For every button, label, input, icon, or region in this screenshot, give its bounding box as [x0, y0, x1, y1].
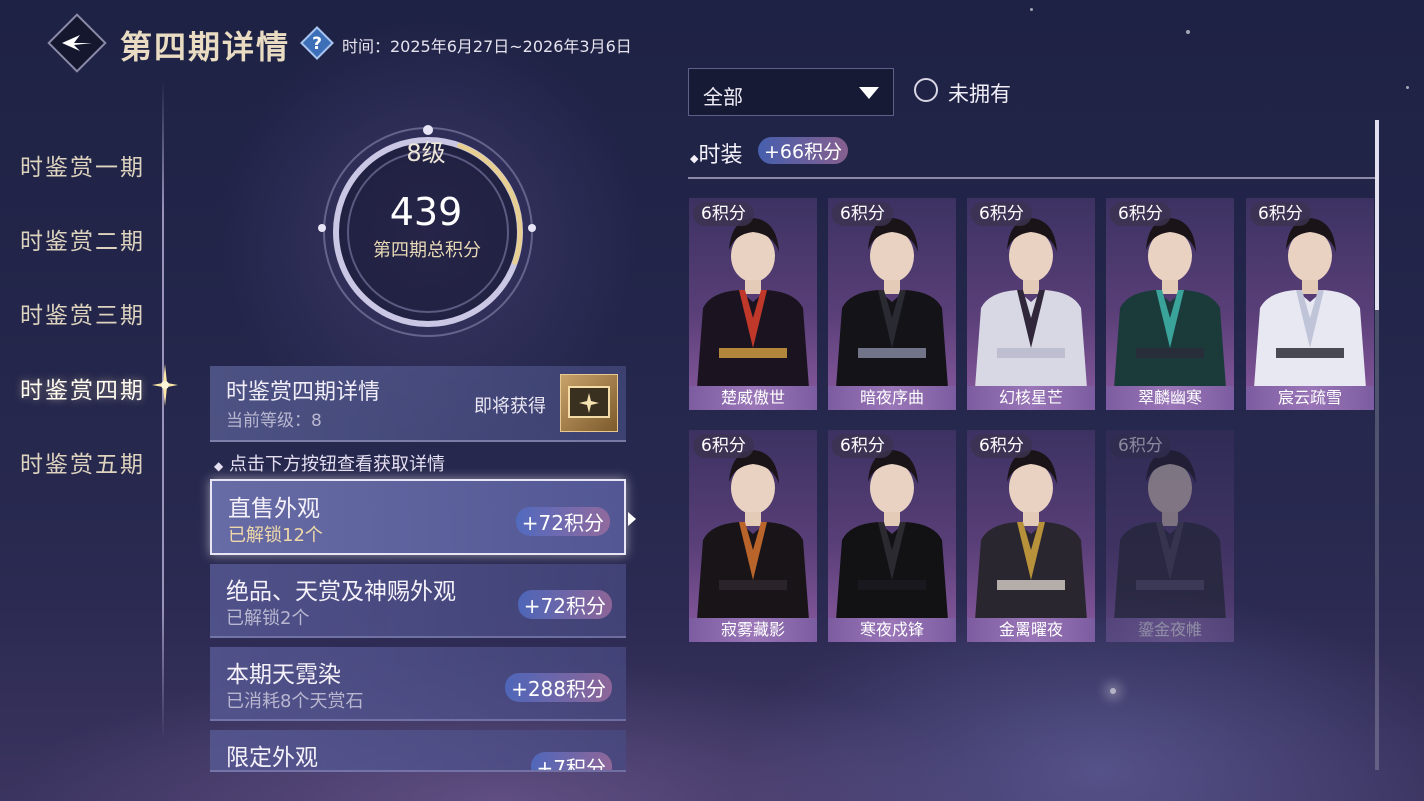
outfit-portrait-icon [975, 450, 1087, 620]
outfit-portrait-icon [1254, 218, 1366, 388]
outfit-card[interactable]: 6积分楚威傲世 [689, 198, 817, 410]
hint-label: 点击下方按钮查看获取详情 [228, 454, 445, 475]
section-divider [688, 177, 1376, 179]
outfit-points: 6积分 [971, 434, 1032, 458]
svg-text:?: ? [312, 34, 322, 54]
score-level: 8级 [406, 139, 446, 167]
outfit-portrait-icon [1114, 450, 1226, 620]
outfit-name: 幻核星芒 [967, 386, 1095, 410]
outfit-name: 寂雾藏影 [689, 618, 817, 642]
nav-item-period-1[interactable]: 时鉴赏一期 [20, 148, 145, 182]
outfit-name: 鎏金夜帷 [1106, 618, 1234, 642]
outfit-points: 6积分 [693, 434, 754, 458]
nav-item-period-5[interactable]: 时鉴赏五期 [20, 445, 145, 479]
outfit-card[interactable]: 6积分暗夜序曲 [828, 198, 956, 410]
category-points: +7积分 [530, 752, 612, 770]
unowned-label[interactable]: 未拥有 [948, 78, 1011, 108]
outfit-points: 6积分 [1110, 202, 1171, 226]
category-points: +72积分 [517, 590, 612, 619]
unowned-radio[interactable] [914, 78, 938, 102]
outfit-points: 6积分 [693, 202, 754, 226]
category-title: 限定外观 [226, 745, 318, 771]
score-total: 439 [389, 190, 463, 234]
current-level: 当前等级：8 [226, 411, 322, 431]
diamond-bullet-icon: ◆ [214, 459, 224, 473]
category-limited[interactable]: 限定外观 +7积分 [210, 730, 626, 772]
outfit-name: 寒夜戍锋 [828, 618, 956, 642]
chevron-down-icon [859, 87, 879, 99]
outfit-points: 6积分 [832, 202, 893, 226]
outfit-card[interactable]: 6积分翠麟幽寒 [1106, 198, 1234, 410]
category-points: +72积分 [515, 507, 610, 536]
scrollbar-thumb[interactable] [1375, 120, 1379, 310]
nav-divider [162, 80, 164, 740]
category-subtitle: 已消耗8个天赏石 [226, 691, 364, 712]
outfit-portrait-icon [697, 450, 809, 620]
outfit-points: 6积分 [971, 202, 1032, 226]
period-detail-card[interactable]: 时鉴赏四期详情 当前等级：8 即将获得 [210, 366, 626, 442]
outfit-name: 宸云疏雪 [1246, 386, 1374, 410]
star-decoration [1406, 86, 1409, 89]
star-decoration [1186, 30, 1190, 34]
category-subtitle: 已解锁12个 [228, 525, 323, 546]
upcoming-reward-item[interactable] [560, 374, 618, 432]
outfit-name: 金䍠曜夜 [967, 618, 1095, 642]
category-premium[interactable]: 绝品、天赏及神赐外观 已解锁2个 +72积分 [210, 564, 626, 638]
outfit-portrait-icon [1114, 218, 1226, 388]
category-direct-sale[interactable]: 直售外观 已解锁12个 +72积分 [210, 479, 626, 555]
nav-item-period-4[interactable]: 时鉴赏四期 [20, 371, 145, 405]
category-dye[interactable]: 本期天霓染 已消耗8个天赏石 +288积分 [210, 647, 626, 721]
back-button[interactable] [54, 20, 100, 66]
outfit-name: 楚威傲世 [689, 386, 817, 410]
outfit-portrait-icon [975, 218, 1087, 388]
score-label: 第四期总积分 [373, 240, 481, 261]
outfit-name: 翠麟幽寒 [1106, 386, 1234, 410]
category-title: 绝品、天赏及神赐外观 [226, 579, 456, 605]
filter-dropdown[interactable]: 全部 [688, 68, 894, 116]
outfit-card[interactable]: 6积分寂雾藏影 [689, 430, 817, 642]
outfit-card[interactable]: 6积分寒夜戍锋 [828, 430, 956, 642]
hint-text: ◆ 点击下方按钮查看获取详情 [214, 450, 445, 476]
frame-reward-icon [568, 386, 610, 418]
outfit-points: 6积分 [832, 434, 893, 458]
outfit-portrait-icon [836, 218, 948, 388]
upcoming-reward-label: 即将获得 [474, 396, 546, 417]
date-range: 时间：2025年6月27日~2026年3月6日 [342, 37, 632, 56]
section-points: +66积分 [758, 137, 849, 164]
back-arrow-icon [62, 35, 92, 51]
section-title: ◆时装 [690, 137, 742, 169]
outfit-card[interactable]: 6积分宸云疏雪 [1246, 198, 1374, 410]
nav-item-period-2[interactable]: 时鉴赏二期 [20, 222, 145, 256]
filter-selected: 全部 [703, 85, 743, 109]
outfit-card[interactable]: 6积分鎏金夜帷 [1106, 430, 1234, 642]
outfit-points: 6积分 [1250, 202, 1311, 226]
help-button[interactable]: ? [300, 26, 334, 60]
category-title: 本期天霓染 [226, 662, 341, 688]
star-decoration [1030, 8, 1033, 11]
outfit-card[interactable]: 6积分金䍠曜夜 [967, 430, 1095, 642]
category-title: 直售外观 [228, 496, 320, 522]
outfit-portrait-icon [697, 218, 809, 388]
category-subtitle: 已解锁2个 [226, 608, 310, 629]
outfit-portrait-icon [836, 450, 948, 620]
page-title: 第四期详情 [120, 28, 291, 66]
detail-title: 时鉴赏四期详情 [226, 380, 381, 405]
sparkle-decoration [1110, 688, 1116, 694]
help-icon: ? [300, 26, 334, 60]
section-title-text: 时装 [698, 143, 743, 168]
outfit-card[interactable]: 6积分幻核星芒 [967, 198, 1095, 410]
outfit-points: 6积分 [1110, 434, 1171, 458]
nav-item-period-3[interactable]: 时鉴赏三期 [20, 296, 145, 330]
outfit-name: 暗夜序曲 [828, 386, 956, 410]
category-points: +288积分 [505, 673, 612, 702]
active-nav-star-icon [150, 362, 180, 408]
selected-indicator-icon [628, 512, 636, 526]
